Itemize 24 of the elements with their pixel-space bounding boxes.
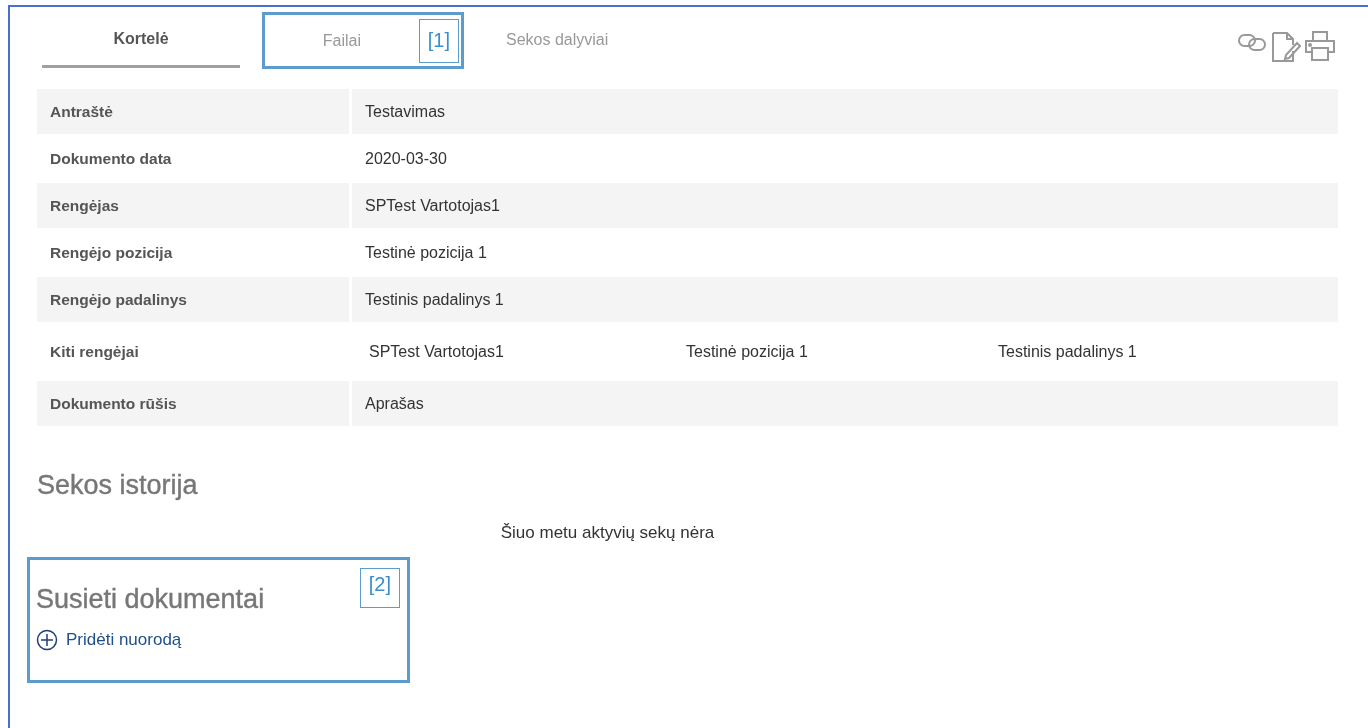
field-label: Rengėjas bbox=[37, 183, 352, 228]
field-label: Antraštė bbox=[37, 89, 352, 134]
edit-document-icon[interactable] bbox=[1271, 31, 1301, 63]
field-value: Testavimas bbox=[352, 89, 1338, 134]
field-label: Dokumento rūšis bbox=[37, 381, 352, 426]
field-value: Testinis padalinys 1 bbox=[998, 342, 1137, 361]
empty-message: Šiuo metu aktyvių sekų nėra bbox=[499, 523, 716, 543]
field-value: Aprašas bbox=[352, 381, 1338, 426]
print-icon[interactable] bbox=[1305, 31, 1335, 61]
field-value: Testinė pozicija 1 bbox=[364, 242, 488, 263]
section-title: Susieti dokumentai bbox=[36, 584, 265, 615]
add-link[interactable]: Pridėti nuorodą bbox=[36, 629, 182, 651]
callout-number: [1] bbox=[418, 18, 459, 63]
link-icon[interactable] bbox=[1237, 31, 1267, 53]
field-value: 2020-03-30 bbox=[364, 148, 448, 169]
callout-number: [2] bbox=[359, 568, 400, 608]
field-value: SPTest Vartotojas1 bbox=[352, 183, 1338, 228]
tab[interactable]: Kortelė bbox=[42, 12, 240, 68]
field-value: SPTest Vartotojas1 bbox=[368, 342, 505, 361]
field-value: Testinė pozicija 1 bbox=[686, 342, 809, 361]
field-value: Testinis padalinys 1 bbox=[352, 277, 1338, 322]
add-icon bbox=[36, 629, 58, 651]
section-title: Sekos istorija bbox=[37, 470, 199, 501]
field-label: Rengėjo padalinys bbox=[37, 277, 352, 322]
